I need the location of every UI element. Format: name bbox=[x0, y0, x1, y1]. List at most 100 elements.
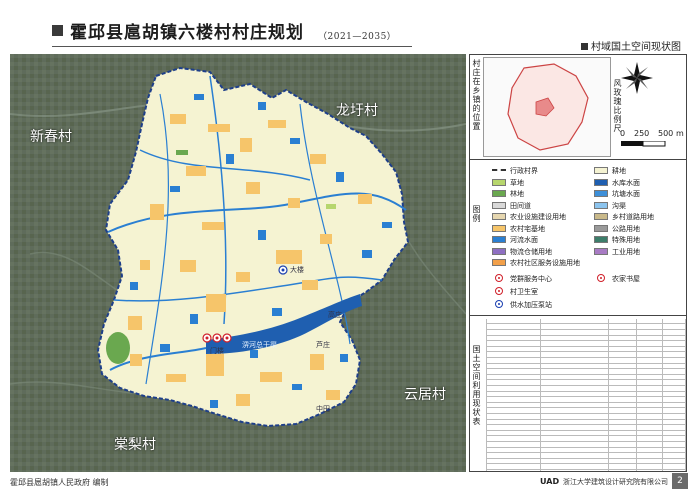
legend-label: 农村宅基地 bbox=[510, 224, 545, 233]
footer-org: 浙江大学建筑设计研究院有限公司 bbox=[563, 478, 668, 486]
legend-swatch bbox=[594, 178, 608, 186]
village-label-longyu: 龙圩村 bbox=[336, 103, 378, 119]
legend-label: 特殊用地 bbox=[612, 236, 640, 244]
table-row bbox=[486, 347, 686, 353]
land-use-map[interactable]: 新春村 龙圩村 云居村 棠梨村 大楼 门楼 高庄 中田 芦庄 淠河总干渠 bbox=[10, 54, 466, 472]
header: 霍邱县扈胡镇六楼村村庄规划 （2021—2035） 村域国土空间现状图 bbox=[0, 0, 697, 53]
table-row bbox=[486, 364, 686, 370]
title-marker bbox=[52, 25, 63, 36]
section-divider-1 bbox=[470, 159, 686, 160]
land-use-table bbox=[486, 319, 686, 471]
legend-label: 物流仓储用地 bbox=[510, 247, 552, 256]
canal-label: 淠河总干渠 bbox=[242, 341, 277, 349]
map-subtitle: 村域国土空间现状图 bbox=[581, 38, 681, 53]
table-row bbox=[486, 392, 686, 398]
table-row bbox=[486, 425, 686, 431]
legend-left-item: 林地 bbox=[492, 190, 524, 199]
title-rule bbox=[52, 46, 412, 47]
scale-bar-graphic bbox=[621, 141, 666, 147]
legend-point-pump: 供水加压泵站 bbox=[492, 300, 552, 309]
map-label-e: 芦庄 bbox=[316, 341, 330, 349]
stats-title: 国土空间利用现状表 bbox=[472, 345, 481, 426]
legend-label: 公路用地 bbox=[612, 224, 640, 233]
legend-label: 田间道 bbox=[510, 201, 531, 210]
legend-point-clinic: 村卫生室 bbox=[492, 287, 538, 296]
legend-title: 图例 bbox=[472, 205, 481, 223]
table-column-rule bbox=[486, 319, 487, 471]
legend-swatch bbox=[492, 236, 506, 243]
legend-label: 河流水面 bbox=[510, 236, 538, 244]
table-row bbox=[486, 330, 686, 336]
scale-bar: 0 250 500 m bbox=[620, 129, 684, 151]
footer-issuer: 霍邱县扈胡镇人民政府 编制 bbox=[10, 478, 109, 487]
map-label-b: 门楼 bbox=[210, 347, 224, 355]
table-row bbox=[486, 409, 686, 414]
legend-label: 农村社区服务设施用地 bbox=[510, 259, 580, 267]
village-label-xinchun: 新春村 bbox=[30, 129, 72, 145]
scale-label-1: 250 bbox=[634, 129, 650, 138]
legend-swatch bbox=[594, 236, 608, 243]
legend-label: 耕地 bbox=[612, 167, 626, 175]
legend-label: 工业用地 bbox=[612, 247, 640, 256]
table-row bbox=[486, 414, 686, 420]
table-row bbox=[486, 353, 686, 358]
table-row bbox=[486, 403, 686, 409]
legend-swatch bbox=[492, 247, 506, 255]
map-canvas bbox=[10, 54, 466, 472]
legend-left-item: 物流仓储用地 bbox=[492, 247, 552, 257]
legend-swatch bbox=[492, 201, 506, 209]
table-column-rule bbox=[608, 319, 609, 471]
table-row bbox=[486, 358, 686, 364]
boundary-line-swatch bbox=[492, 169, 506, 171]
table-row bbox=[486, 319, 686, 325]
legend-point-label: 党群服务中心 bbox=[510, 275, 552, 283]
scale-label-2: 500 bbox=[658, 129, 674, 138]
legend-right-item: 水库水面 bbox=[594, 178, 640, 188]
legend-label: 林地 bbox=[510, 190, 524, 198]
legend-swatch bbox=[594, 213, 608, 220]
title-years: （2021—2035） bbox=[318, 32, 397, 42]
table-row bbox=[486, 381, 686, 386]
legend-right-item: 公路用地 bbox=[594, 224, 640, 234]
village-label-yunju: 云居村 bbox=[404, 387, 446, 403]
legend-label: 行政村界 bbox=[510, 167, 538, 175]
scale-label-0: 0 bbox=[620, 129, 626, 138]
section-divider-2 bbox=[470, 315, 686, 316]
table-row bbox=[486, 459, 686, 465]
legend-swatch bbox=[492, 190, 506, 197]
legend-right-item: 特殊用地 bbox=[594, 236, 640, 245]
table-row bbox=[486, 431, 686, 437]
legend-swatch bbox=[594, 167, 608, 174]
legend-left-item: 农业设施建设用地 bbox=[492, 213, 566, 222]
table-row bbox=[486, 442, 686, 448]
table-row bbox=[486, 386, 686, 392]
legend-point-library: 农家书屋 bbox=[594, 274, 640, 283]
legend-label: 乡村道路用地 bbox=[612, 213, 654, 221]
subtitle-marker bbox=[581, 43, 588, 50]
table-row bbox=[486, 453, 686, 459]
table-column-rule bbox=[636, 319, 637, 471]
legend-swatch bbox=[594, 247, 608, 255]
legend-left-item: 农村社区服务设施用地 bbox=[492, 259, 580, 268]
clinic-icon bbox=[495, 287, 503, 295]
legend-right-item: 耕地 bbox=[594, 167, 626, 176]
legend-swatch bbox=[594, 201, 608, 209]
legend-label: 沟渠 bbox=[612, 201, 626, 210]
location-title: 村庄在乡镇的位置 bbox=[472, 59, 481, 131]
legend-left-item: 田间道 bbox=[492, 201, 531, 211]
pump-station-icon bbox=[495, 300, 503, 308]
table-column-rule bbox=[685, 319, 686, 471]
footer-logo: UAD bbox=[540, 477, 560, 486]
table-row bbox=[486, 369, 686, 375]
party-center-icon bbox=[495, 274, 503, 282]
legend-label: 水库水面 bbox=[612, 178, 640, 187]
table-column-rule bbox=[662, 319, 663, 471]
legend-swatch bbox=[492, 178, 506, 186]
legend-point-label: 农家书屋 bbox=[612, 275, 640, 283]
library-icon bbox=[597, 274, 605, 282]
map-label-a: 大楼 bbox=[290, 266, 304, 274]
table-row bbox=[486, 437, 686, 442]
legend-swatch bbox=[594, 190, 608, 197]
location-inset bbox=[483, 57, 611, 157]
legend-right-item: 坑塘水面 bbox=[594, 190, 640, 199]
